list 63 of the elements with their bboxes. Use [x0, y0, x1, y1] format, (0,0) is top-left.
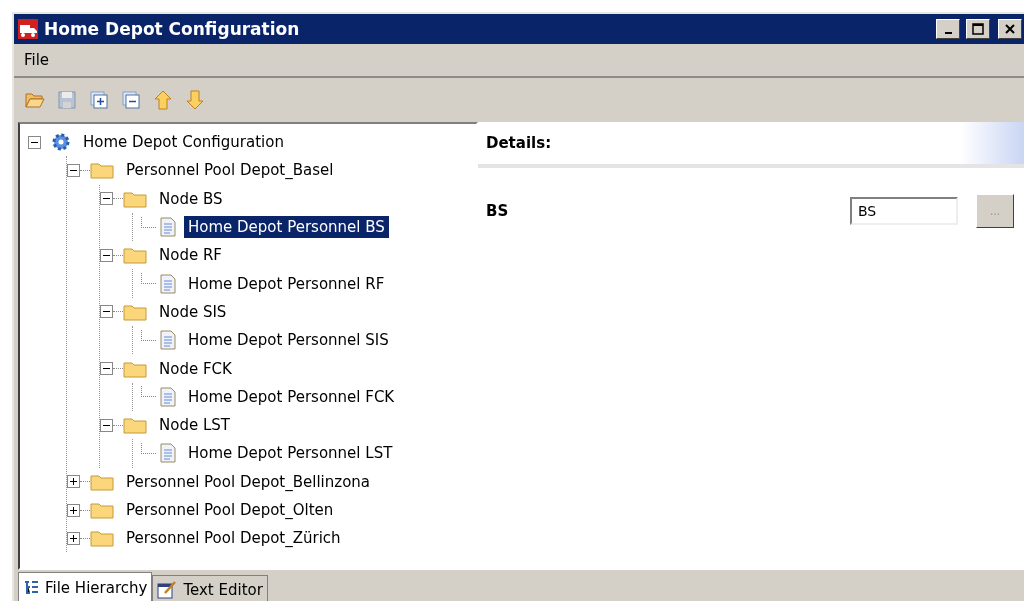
- collapse-icon[interactable]: [67, 163, 80, 177]
- folder-icon: [123, 189, 147, 208]
- tree-item[interactable]: Personnel Pool Depot_Olten: [122, 499, 338, 521]
- save-icon: [58, 91, 76, 109]
- tree-item[interactable]: Personnel Pool Depot_Bellinzona: [122, 470, 374, 493]
- input-field[interactable]: BS: [850, 197, 958, 225]
- window-title: Home Depot Configuration: [44, 19, 301, 39]
- close-button[interactable]: [998, 19, 1022, 39]
- tree-item[interactable]: Home Depot Personnel FCK: [184, 385, 399, 408]
- collapse-icon[interactable]: [100, 362, 113, 375]
- gear-icon: [51, 132, 71, 153]
- edit-icon: [157, 580, 178, 599]
- folder-icon: [123, 359, 147, 378]
- document-icon: [160, 330, 176, 351]
- tree-item[interactable]: Personnel Pool Depot_Zürich: [122, 527, 345, 550]
- document-icon: [160, 386, 176, 407]
- close-icon: [1004, 23, 1016, 35]
- folder-icon: [90, 161, 114, 180]
- hierarchy-icon: [23, 580, 39, 596]
- expand-all-icon: [90, 91, 108, 109]
- tree-item[interactable]: Home Depot Configuration: [79, 131, 288, 154]
- arrow-down-icon: [186, 90, 204, 110]
- folder-icon: [25, 92, 45, 108]
- collapse-icon[interactable]: [100, 305, 113, 319]
- tab[interactable]: File Hierarchy: [18, 572, 153, 601]
- tree-item[interactable]: Node BS: [155, 187, 227, 210]
- folder-icon: [90, 501, 114, 519]
- expand-icon[interactable]: [67, 503, 80, 517]
- folder-icon: [123, 416, 147, 435]
- collapse-all-icon: [122, 91, 140, 109]
- minimize-icon: [944, 32, 952, 34]
- tab[interactable]: Text Editor: [152, 575, 268, 601]
- tree-item[interactable]: Personnel Pool Depot_Basel: [122, 159, 338, 182]
- tree-item[interactable]: Home Depot Personnel RF: [184, 272, 389, 295]
- folder-icon: [123, 246, 147, 265]
- toolbar-button[interactable]: [88, 89, 110, 111]
- tree-item[interactable]: Node LST: [155, 414, 234, 437]
- tree-item[interactable]: Node FCK: [155, 357, 236, 380]
- field-label: BS: [486, 202, 510, 220]
- expand-icon[interactable]: [67, 531, 80, 545]
- collapse-icon[interactable]: [28, 135, 41, 149]
- folder-icon: [90, 529, 114, 548]
- collapse-icon[interactable]: [100, 248, 113, 262]
- tree-item[interactable]: Node RF: [155, 244, 226, 267]
- expand-icon[interactable]: [67, 475, 80, 489]
- minimize-button[interactable]: [936, 19, 960, 39]
- tree-item[interactable]: Home Depot Personnel BS: [184, 216, 389, 239]
- folder-icon: [123, 302, 147, 321]
- maximize-button[interactable]: [966, 19, 990, 39]
- folder-icon: [90, 472, 114, 491]
- document-icon: [160, 273, 176, 294]
- document-icon: [160, 443, 176, 464]
- document-icon: [160, 217, 176, 238]
- collapse-icon[interactable]: [100, 418, 113, 432]
- truck-icon: [18, 19, 38, 39]
- arrow-up-icon: [154, 90, 172, 110]
- maximize-icon: [972, 23, 984, 35]
- tree-item[interactable]: Home Depot Personnel SIS: [184, 329, 393, 352]
- collapse-icon[interactable]: [100, 192, 113, 206]
- tree-item[interactable]: Node SIS: [155, 300, 231, 323]
- details-title: Details:: [486, 134, 552, 152]
- menu-item[interactable]: File: [24, 51, 50, 69]
- tree-item[interactable]: Home Depot Personnel LST: [184, 442, 397, 465]
